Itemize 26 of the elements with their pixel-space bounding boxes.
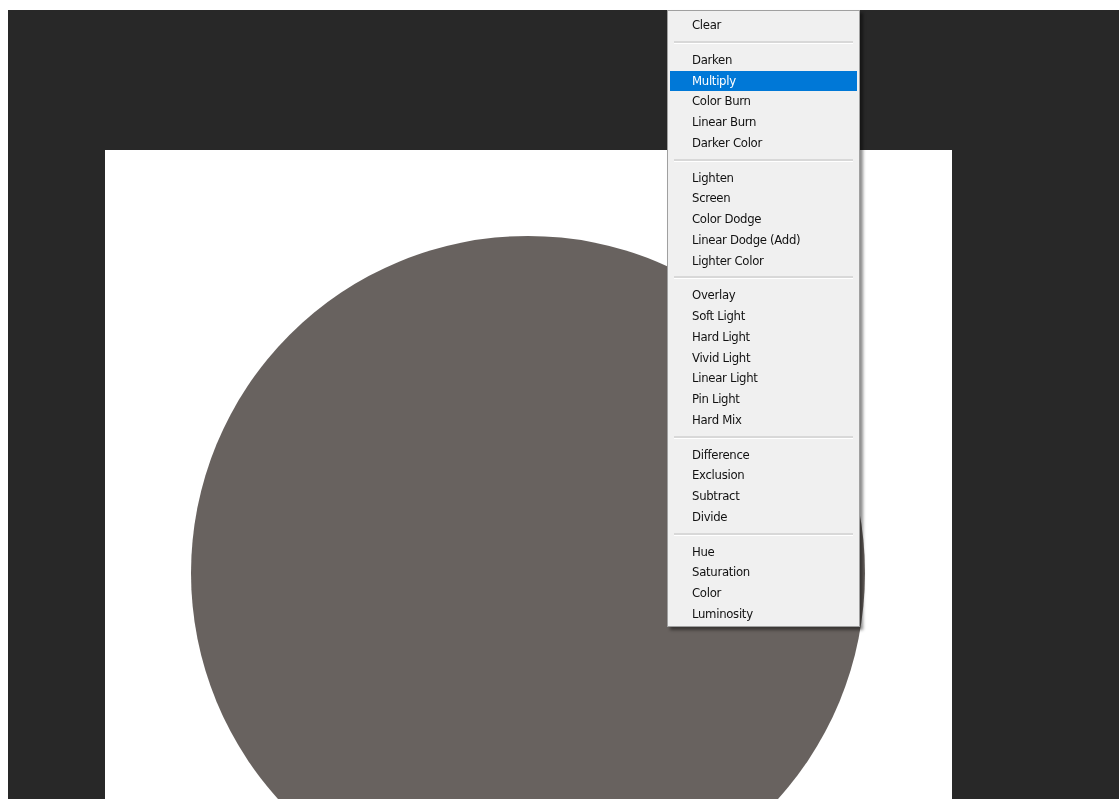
menu-item[interactable]: Overlay xyxy=(670,285,857,306)
menu-item[interactable]: Pin Light xyxy=(670,389,857,410)
menu-item[interactable]: Darker Color xyxy=(670,132,857,154)
menu-item[interactable]: Saturation xyxy=(670,562,857,583)
menu-item[interactable]: Linear Light xyxy=(670,368,857,389)
menu-item[interactable]: Subtract xyxy=(670,486,857,507)
menu-item[interactable]: Color Dodge xyxy=(670,209,857,230)
menu-item[interactable]: Divide xyxy=(670,506,857,528)
menu-item[interactable]: Linear Burn xyxy=(670,112,857,133)
menu-item[interactable]: Clear xyxy=(670,15,857,36)
menu-item[interactable]: Multiply xyxy=(670,70,857,92)
menu-item[interactable]: Soft Light xyxy=(670,306,857,327)
menu-item[interactable]: Lighten xyxy=(670,167,857,189)
menu-item[interactable]: Screen xyxy=(670,188,857,209)
menu-item[interactable]: Exclusion xyxy=(670,465,857,486)
menu-item[interactable]: Vivid Light xyxy=(670,347,857,369)
menu-item[interactable]: Color xyxy=(670,583,857,604)
menu-item[interactable]: Hard Mix xyxy=(670,409,857,431)
menu-item[interactable]: Linear Dodge (Add) xyxy=(670,229,857,251)
menu-item[interactable]: Lighter Color xyxy=(670,250,857,272)
menu-item[interactable]: Darken xyxy=(670,49,857,71)
menu-item[interactable]: Luminosity xyxy=(670,603,857,625)
menu-item[interactable]: Hard Light xyxy=(670,326,857,348)
menu-item[interactable]: Hue xyxy=(670,541,857,563)
menu-item[interactable]: Color Burn xyxy=(670,91,857,112)
menu-item[interactable]: Difference xyxy=(670,444,857,466)
